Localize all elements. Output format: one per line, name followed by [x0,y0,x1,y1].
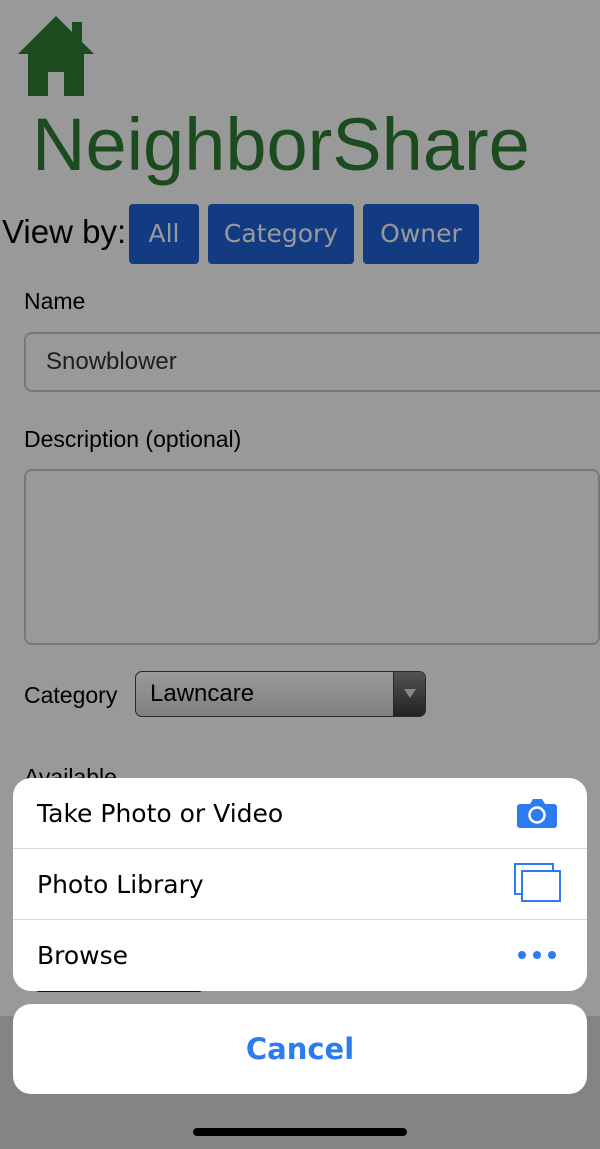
photo-library-option[interactable]: Photo Library [13,849,587,920]
take-photo-label: Take Photo or Video [37,799,284,828]
more-icon [518,951,556,959]
camera-icon [517,799,557,828]
photo-library-icon [514,863,561,902]
photo-library-label: Photo Library [37,870,204,899]
photo-action-sheet: Take Photo or Video Photo Library Browse [13,778,587,991]
home-indicator[interactable] [193,1128,407,1136]
browse-label: Browse [37,941,129,970]
browse-option[interactable]: Browse [13,920,587,991]
page: NeighborShare View by: All Category Owne… [0,0,600,1149]
take-photo-option[interactable]: Take Photo or Video [13,778,587,849]
cancel-button[interactable]: Cancel [13,1004,587,1094]
